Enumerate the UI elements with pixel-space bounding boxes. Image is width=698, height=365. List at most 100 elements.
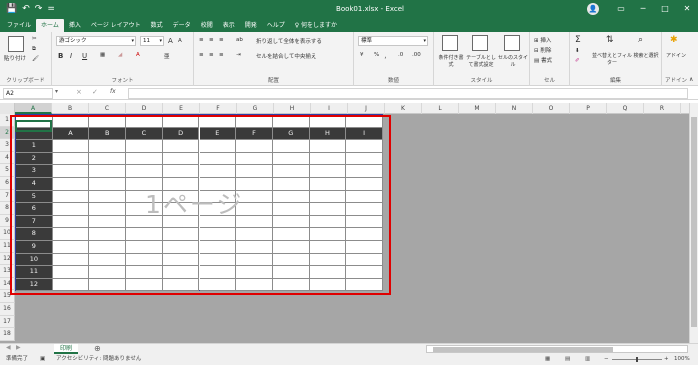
- column-header[interactable]: P: [570, 103, 607, 114]
- align-top-icon[interactable]: ≡: [199, 37, 204, 43]
- table-cell[interactable]: [126, 228, 163, 241]
- table-cell[interactable]: [199, 241, 237, 254]
- table-cell[interactable]: [309, 278, 347, 292]
- table-cell[interactable]: [126, 165, 163, 178]
- table-cell[interactable]: [162, 140, 200, 153]
- sort-filter-icon[interactable]: ⇅: [606, 35, 614, 45]
- row-header[interactable]: 10: [0, 227, 15, 240]
- table-cell[interactable]: [309, 228, 347, 241]
- next-sheet-icon[interactable]: ▶: [16, 344, 21, 351]
- table-cell[interactable]: [126, 278, 163, 292]
- table-cell[interactable]: [236, 115, 273, 128]
- table-header-cell[interactable]: A: [52, 127, 90, 141]
- table-cell[interactable]: [272, 241, 310, 254]
- tab-view[interactable]: 表示: [218, 19, 240, 32]
- percent-button[interactable]: %: [374, 52, 379, 58]
- orientation-icon[interactable]: ab: [236, 37, 243, 43]
- align-left-icon[interactable]: ≡: [199, 52, 204, 58]
- table-cell[interactable]: [52, 190, 90, 204]
- tab-developer[interactable]: 開発: [240, 19, 262, 32]
- table-row-label[interactable]: 7: [16, 215, 53, 229]
- table-cell[interactable]: [52, 115, 90, 128]
- vertical-scroll-thumb[interactable]: [691, 117, 697, 327]
- tab-formulas[interactable]: 数式: [146, 19, 168, 32]
- indent-icon[interactable]: ⇥: [236, 52, 241, 58]
- table-cell[interactable]: [89, 241, 127, 254]
- column-header[interactable]: G: [237, 103, 274, 114]
- table-cell[interactable]: [162, 115, 200, 128]
- tell-me-search[interactable]: ♀ 何をしますか: [290, 19, 342, 32]
- comma-button[interactable]: ，: [384, 52, 390, 60]
- number-format-combo[interactable]: 標準 ▾: [358, 36, 428, 46]
- ribbon-display-icon[interactable]: ▭: [610, 0, 632, 18]
- paste-icon[interactable]: [8, 36, 24, 52]
- table-header-cell[interactable]: D: [162, 127, 200, 141]
- table-cell[interactable]: [346, 140, 383, 153]
- table-cell[interactable]: [346, 228, 383, 241]
- table-header-cell[interactable]: G: [272, 127, 310, 141]
- search-icon[interactable]: ⌕: [638, 35, 643, 45]
- accessibility-status[interactable]: アクセシビリティ: 問題ありません: [56, 354, 141, 365]
- table-cell[interactable]: [52, 215, 90, 229]
- table-cell[interactable]: [199, 278, 237, 292]
- border-icon[interactable]: ▦: [100, 52, 105, 58]
- column-header[interactable]: D: [126, 103, 163, 114]
- table-cell[interactable]: [309, 203, 347, 216]
- align-right-icon[interactable]: ≡: [219, 52, 224, 58]
- table-row-label[interactable]: 8: [16, 228, 53, 241]
- autosum-button[interactable]: Σ: [575, 35, 581, 45]
- horizontal-scrollbar[interactable]: [426, 345, 688, 353]
- format-table-button[interactable]: テーブルとして書式設定: [464, 54, 498, 68]
- align-middle-icon[interactable]: ≡: [209, 37, 214, 43]
- column-header[interactable]: E: [163, 103, 200, 114]
- column-header[interactable]: R: [644, 103, 681, 114]
- find-select-button[interactable]: 検索と選択: [632, 52, 660, 59]
- table-header-cell[interactable]: H: [309, 127, 347, 141]
- table-cell[interactable]: [346, 165, 383, 178]
- table-cell[interactable]: [199, 152, 237, 166]
- table-cell[interactable]: [236, 165, 273, 178]
- column-header[interactable]: Q: [607, 103, 644, 114]
- table-cell[interactable]: [162, 253, 200, 267]
- table-cell[interactable]: [272, 165, 310, 178]
- table-cell[interactable]: [89, 266, 127, 279]
- table-row-label[interactable]: 2: [16, 152, 53, 166]
- table-row-label[interactable]: 3: [16, 165, 53, 178]
- macro-record-icon[interactable]: ▣: [40, 354, 45, 365]
- table-cell[interactable]: [89, 253, 127, 267]
- table-row-label[interactable]: 5: [16, 190, 53, 204]
- table-cell[interactable]: [309, 215, 347, 229]
- table-cell[interactable]: [52, 228, 90, 241]
- tab-page-layout[interactable]: ページ レイアウト: [86, 19, 146, 32]
- fill-color-icon[interactable]: ◢: [118, 52, 122, 58]
- table-cell[interactable]: [272, 178, 310, 191]
- table-cell[interactable]: [89, 115, 127, 128]
- table-cell[interactable]: [346, 278, 383, 292]
- table-cell[interactable]: [309, 266, 347, 279]
- row-header[interactable]: 6: [0, 177, 15, 190]
- table-row-label[interactable]: 10: [16, 253, 53, 267]
- table-cell[interactable]: [309, 152, 347, 166]
- align-center-icon[interactable]: ≡: [209, 52, 214, 58]
- table-cell[interactable]: [272, 278, 310, 292]
- table-cell[interactable]: [309, 165, 347, 178]
- table-cell[interactable]: [272, 228, 310, 241]
- table-cell[interactable]: [52, 152, 90, 166]
- cut-icon[interactable]: ✂: [32, 36, 37, 42]
- table-cell[interactable]: [89, 152, 127, 166]
- table-cell[interactable]: [89, 165, 127, 178]
- table-cell[interactable]: [52, 203, 90, 216]
- format-table-icon[interactable]: [472, 35, 488, 51]
- page-layout-view-icon[interactable]: ▤: [565, 354, 570, 365]
- table-header-cell[interactable]: I: [346, 127, 383, 141]
- table-row-label[interactable]: 4: [16, 178, 53, 191]
- underline-button[interactable]: U: [82, 52, 87, 60]
- table-cell[interactable]: [162, 278, 200, 292]
- table-cell[interactable]: [346, 178, 383, 191]
- table-row-label[interactable]: 12: [16, 278, 53, 292]
- row-header[interactable]: 1: [0, 114, 15, 127]
- table-header-cell[interactable]: C: [126, 127, 163, 141]
- column-header[interactable]: H: [274, 103, 311, 114]
- table-row-label[interactable]: 6: [16, 203, 53, 216]
- table-cell[interactable]: [272, 253, 310, 267]
